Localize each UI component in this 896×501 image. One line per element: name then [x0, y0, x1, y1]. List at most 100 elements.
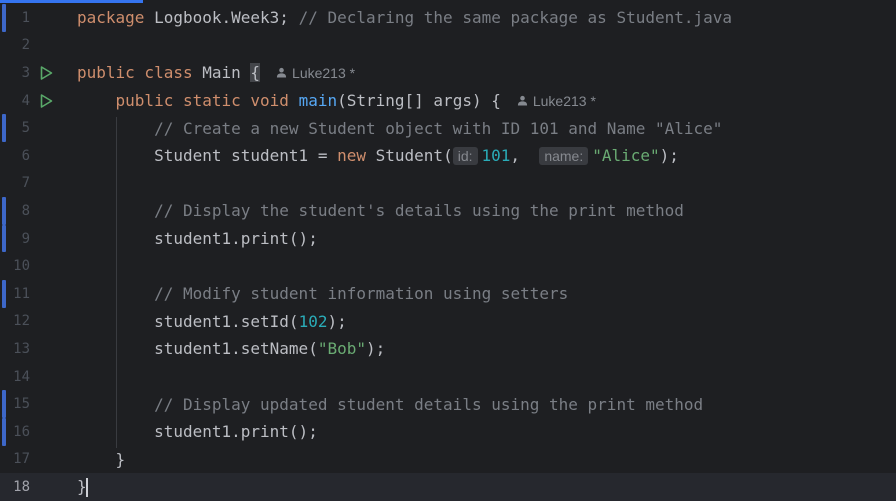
run-icon[interactable]: [38, 65, 54, 81]
code-text[interactable]: // Modify student information using sett…: [77, 284, 568, 303]
code-line[interactable]: 10: [0, 252, 896, 280]
code-token: }: [77, 449, 126, 469]
code-line[interactable]: 11 // Modify student information using s…: [0, 280, 896, 308]
line-number: 18: [13, 478, 30, 495]
gutter[interactable]: 1: [0, 4, 68, 32]
gutter[interactable]: 8: [0, 197, 68, 225]
author-name: Luke213 *: [292, 64, 356, 81]
text-caret: [85, 477, 88, 497]
code-token: "Bob": [317, 339, 366, 359]
code-line[interactable]: 18}: [0, 473, 896, 501]
gutter[interactable]: 18: [0, 473, 68, 501]
code-token: 102: [298, 311, 328, 331]
code-line[interactable]: 2: [0, 32, 896, 60]
code-token: "Alice": [592, 146, 660, 166]
code-line[interactable]: 8 // Display the student's details using…: [0, 197, 896, 225]
gutter[interactable]: 12: [0, 308, 68, 336]
code-text[interactable]: // Display updated student details using…: [77, 395, 703, 414]
code-line[interactable]: 3 public class Main {Luke213 *: [0, 59, 896, 87]
line-number: 3: [21, 64, 30, 81]
editor-top-bar: [0, 0, 896, 3]
line-number: 14: [13, 368, 30, 385]
code-line[interactable]: 17 }: [0, 446, 896, 474]
code-text[interactable]: student1.setName("Bob");: [77, 339, 385, 358]
code-line[interactable]: 16 student1.print();: [0, 418, 896, 446]
line-number: 5: [21, 120, 30, 137]
code-token: student1.setId(: [77, 311, 299, 331]
gutter[interactable]: 7: [0, 170, 68, 198]
code-token: {: [250, 63, 261, 83]
user-icon: [517, 96, 527, 106]
author-inlay[interactable]: Luke213 *: [276, 65, 355, 81]
parameter-hint: name:: [539, 147, 589, 166]
code-text[interactable]: // Display the student's details using t…: [77, 201, 684, 220]
line-number: 12: [13, 313, 30, 330]
code-token: );: [327, 311, 347, 331]
code-line[interactable]: 4 public static void main(String[] args)…: [0, 87, 896, 115]
gutter[interactable]: 6: [0, 142, 68, 170]
code-line[interactable]: 13 student1.setName("Bob");: [0, 335, 896, 363]
line-number: 6: [21, 147, 30, 164]
code-comment: // Display the student's details using t…: [77, 201, 684, 221]
line-number: 8: [21, 202, 30, 219]
code-token: public static void: [77, 91, 289, 111]
line-number: 10: [13, 258, 30, 275]
code-text[interactable]: }: [77, 477, 88, 497]
gutter[interactable]: 15: [0, 390, 68, 418]
editor-tab-indicator: [0, 0, 143, 3]
code-token: (String[] args) {: [337, 91, 501, 111]
gutter[interactable]: 5: [0, 114, 68, 142]
code-editor[interactable]: 1 package Logbook.Week3; // Declaring the…: [0, 4, 896, 501]
gutter[interactable]: 14: [0, 363, 68, 391]
line-number: 11: [13, 285, 30, 302]
line-number: 16: [13, 423, 30, 440]
user-icon: [276, 68, 287, 79]
author-name: Luke213 *: [532, 92, 596, 109]
gutter[interactable]: 17: [0, 446, 68, 474]
gutter[interactable]: 16: [0, 418, 68, 446]
code-text[interactable]: student1.print();: [77, 229, 318, 248]
gutter[interactable]: 9: [0, 224, 68, 253]
code-line[interactable]: 9 student1.print();: [0, 224, 896, 253]
author-inlay[interactable]: Luke213 *: [517, 93, 596, 109]
gutter[interactable]: 4: [0, 87, 68, 115]
code-token: );: [366, 339, 386, 359]
code-text[interactable]: package Logbook.Week3; // Declaring the …: [77, 8, 732, 27]
gutter[interactable]: 3: [0, 59, 68, 87]
code-token: );: [659, 146, 679, 166]
line-number: 13: [13, 340, 30, 357]
code-line[interactable]: 7: [0, 170, 896, 198]
gutter[interactable]: 2: [0, 32, 68, 60]
code-token: main: [298, 91, 338, 111]
code-comment: // Declaring the same package as Student…: [298, 8, 733, 28]
code-token: 101: [481, 146, 511, 166]
code-token: student1.setName(: [77, 339, 318, 359]
code-text[interactable]: Student student1 = new Student(id: 101, n…: [77, 146, 679, 166]
code-token: Student student1 =: [77, 146, 338, 166]
code-token: new: [337, 146, 366, 166]
code-line[interactable]: 5 // Create a new Student object with ID…: [0, 114, 896, 142]
code-text[interactable]: student1.print();: [77, 422, 318, 441]
code-line[interactable]: 14: [0, 363, 896, 391]
gutter[interactable]: 13: [0, 335, 68, 363]
code-line[interactable]: 6 Student student1 = new Student(id: 101,…: [0, 142, 896, 170]
code-comment: // Create a new Student object with ID 1…: [77, 118, 723, 138]
code-comment: // Modify student information using sett…: [77, 284, 569, 304]
code-text[interactable]: student1.setId(102);: [77, 312, 347, 331]
code-text[interactable]: }: [77, 449, 126, 469]
code-token: student1.print();: [77, 422, 318, 442]
gutter[interactable]: 11: [0, 280, 68, 308]
gutter[interactable]: 10: [0, 252, 68, 280]
line-number: 15: [13, 396, 30, 413]
run-icon[interactable]: [38, 93, 54, 109]
line-number: 7: [21, 175, 30, 192]
code-text[interactable]: // Create a new Student object with ID 1…: [77, 119, 722, 138]
code-line[interactable]: 12 student1.setId(102);: [0, 308, 896, 336]
code-text[interactable]: public static void main(String[] args) {…: [77, 91, 596, 110]
line-number: 9: [21, 230, 30, 247]
code-line[interactable]: 15 // Display updated student details us…: [0, 390, 896, 418]
code-line[interactable]: 1 package Logbook.Week3; // Declaring the…: [0, 4, 896, 32]
code-text[interactable]: public class Main {Luke213 *: [77, 63, 355, 83]
code-token: student1.print();: [77, 229, 318, 249]
